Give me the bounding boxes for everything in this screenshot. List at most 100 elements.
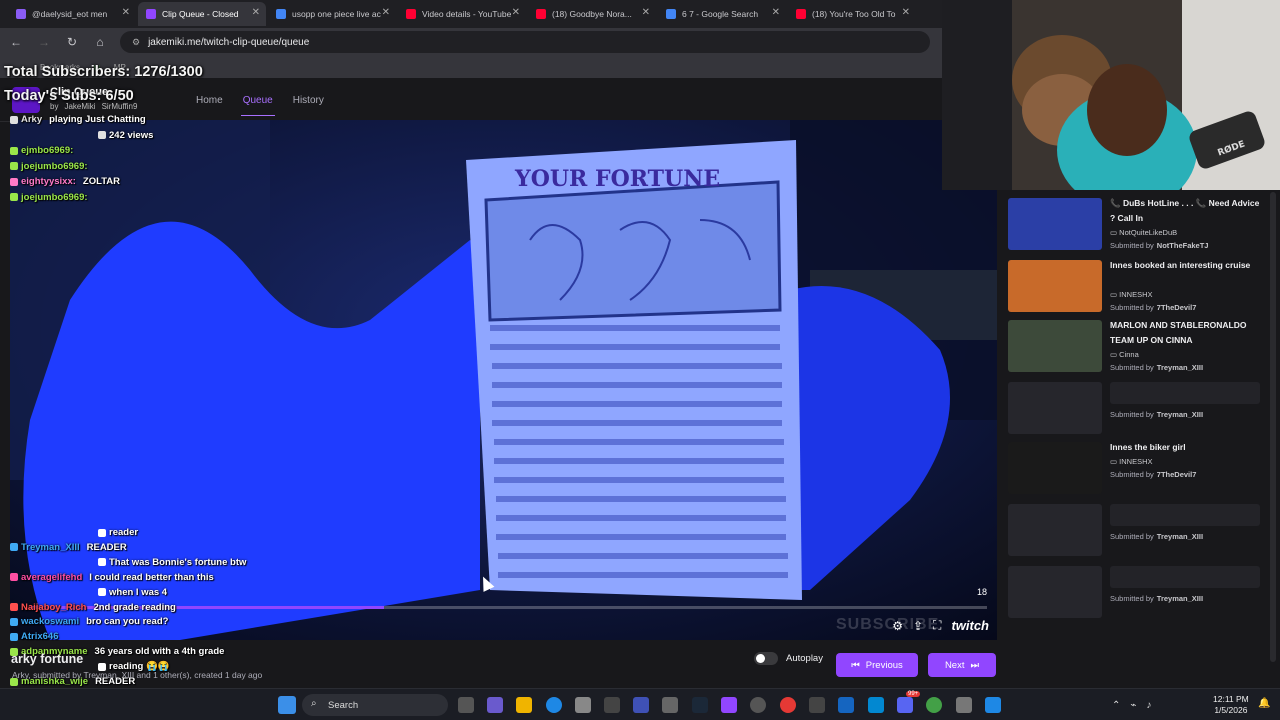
store-icon[interactable]	[575, 697, 591, 713]
main-nav: Home Queue History	[196, 78, 324, 122]
copilot-icon[interactable]	[487, 697, 503, 713]
system-tray: ⌃ ⌁ ♪	[1112, 689, 1151, 720]
app-icon[interactable]	[662, 697, 678, 713]
clip-queue-list: 📞 DuBs HotLine . . . 📞 Need Advice ? Cal…	[1004, 192, 1266, 622]
chat-message: 242 views	[10, 130, 153, 141]
discord-icon[interactable]: 99+	[897, 691, 921, 713]
app-icon[interactable]	[985, 697, 1001, 713]
chat-text: bro can you read?	[86, 616, 169, 628]
queue-item[interactable]: MARLON AND STABLERONALDO TEAM UP ON CINN…	[1004, 314, 1266, 372]
chat-username: joejumbo6969:	[21, 191, 88, 203]
site-info-icon[interactable]: ⚙	[132, 37, 140, 48]
queue-item[interactable]: Innes the biker girl ▭ INNESHX Submitted b…	[1004, 436, 1266, 494]
queue-item-channel: ▭ INNESHX	[1110, 457, 1153, 466]
close-tab-icon[interactable]: ✕	[902, 7, 910, 18]
close-tab-icon[interactable]: ✕	[642, 7, 650, 18]
queue-item-submitter: Submitted by 7TheDevil7	[1110, 470, 1196, 479]
reload-icon[interactable]: ↻	[64, 35, 80, 49]
queue-item-channel: ▭ NotQuiteLikeDuB	[1110, 228, 1177, 237]
autoplay-control[interactable]: Autoplay	[754, 652, 823, 665]
nav-home[interactable]: Home	[196, 78, 223, 122]
previous-button[interactable]: ⏮ Previous	[836, 653, 918, 677]
url-text: jakemiki.me/twitch-clip-queue/queue	[148, 36, 310, 48]
steam-icon[interactable]	[692, 697, 708, 713]
chat-username: Naijaboy_Rich	[21, 601, 87, 613]
browser-tab[interactable]: Clip Queue - Closed ✕	[138, 2, 266, 26]
autoplay-toggle[interactable]	[754, 652, 778, 665]
queue-item[interactable]: 📞 DuBs HotLine . . . 📞 Need Advice ? Cal…	[1004, 192, 1266, 250]
chat-text: 2nd grade reading	[93, 601, 176, 613]
clip-meta: Arky, submitted by Treyman_XIII and 1 ot…	[12, 670, 263, 680]
queue-item-thumbnail[interactable]	[1008, 442, 1102, 494]
forward-icon[interactable]: →	[36, 35, 52, 49]
notepad-icon[interactable]	[838, 697, 854, 713]
submitted-by-label: Submitted by	[1110, 594, 1154, 603]
queue-item-thumbnail[interactable]	[1008, 260, 1102, 312]
back-icon[interactable]: ←	[8, 35, 24, 49]
browser-tab[interactable]: (18) Goodbye Nora... ✕	[528, 2, 656, 26]
browser-tab[interactable]: 6 7 - Google Search ✕	[658, 2, 786, 26]
app-icon[interactable]	[633, 697, 649, 713]
queue-item[interactable]: Innes booked an interesting cruise ▭ INNE…	[1004, 254, 1266, 312]
channel-name: NotQuiteLikeDuB	[1119, 228, 1178, 237]
chrome-icon[interactable]	[780, 697, 796, 713]
chevron-up-icon[interactable]: ⌃	[1112, 700, 1120, 711]
queue-item-thumbnail[interactable]	[1008, 320, 1102, 372]
notification-bell-icon[interactable]: 🔔	[1258, 698, 1270, 709]
next-button[interactable]: Next ⏭	[928, 653, 996, 677]
chat-message: eightyysixx: ZOLTAR	[10, 176, 120, 187]
volume-icon[interactable]: ♪	[1146, 700, 1151, 711]
queue-item[interactable]: Submitted by Treyman_XIII	[1004, 376, 1266, 434]
network-icon[interactable]: ⌁	[1130, 700, 1136, 711]
nav-queue[interactable]: Queue	[240, 78, 275, 122]
queue-item-thumbnail[interactable]	[1008, 566, 1102, 618]
system-clock[interactable]: 12:11 PM 1/5/2026	[1213, 694, 1249, 716]
close-tab-icon[interactable]: ✕	[772, 7, 780, 18]
tab-favicon-icon	[796, 9, 806, 19]
photos-icon[interactable]	[868, 697, 884, 713]
queue-item-thumbnail[interactable]	[1008, 504, 1102, 556]
browser-tab[interactable]: Video details - YouTube ✕	[398, 2, 526, 26]
queue-item[interactable]: Submitted by Treyman_XIII	[1004, 560, 1266, 618]
chrome-icon[interactable]	[926, 697, 942, 713]
settings-icon[interactable]: ⚙	[892, 619, 903, 633]
chat-badge-icon	[98, 528, 106, 537]
tab-label: (18) You're Too Old To	[812, 9, 896, 19]
taskbar-search[interactable]: ⌕ Search	[302, 694, 448, 716]
browser-toolbar: ← → ↻ ⌂ ⚙ jakemiki.me/twitch-clip-queue/…	[0, 28, 942, 56]
share-icon[interactable]: ⇪	[913, 619, 923, 633]
queue-item-submitter: Submitted by 7TheDevil7	[1110, 303, 1196, 312]
close-tab-icon[interactable]: ✕	[512, 7, 520, 18]
queue-item-channel: ▭ Cinna	[1110, 350, 1139, 359]
app-icon[interactable]	[604, 697, 620, 713]
address-bar[interactable]: ⚙ jakemiki.me/twitch-clip-queue/queue	[120, 31, 930, 53]
file-explorer-icon[interactable]	[516, 697, 532, 713]
previous-icon: ⏮	[851, 659, 860, 671]
queue-item-title: MARLON AND STABLERONALDO TEAM UP ON CINN…	[1110, 320, 1247, 345]
browser-tab[interactable]: usopp one piece live ac ✕	[268, 2, 396, 26]
task-view-icon[interactable]	[458, 697, 474, 713]
close-tab-icon[interactable]: ✕	[252, 7, 260, 18]
twitch-logo[interactable]: twitch	[951, 618, 989, 633]
queue-item[interactable]: Submitted by Treyman_XIII	[1004, 498, 1266, 556]
browser-tab[interactable]: @daelysid_eot men ✕	[8, 2, 136, 26]
close-tab-icon[interactable]: ✕	[122, 7, 130, 18]
settings-icon[interactable]	[956, 697, 972, 713]
browser-tab[interactable]: (18) You're Too Old To ✕	[788, 2, 916, 26]
edge-icon[interactable]	[546, 697, 562, 713]
home-icon[interactable]: ⌂	[92, 35, 108, 49]
close-tab-icon[interactable]: ✕	[382, 7, 390, 18]
queue-scrollbar[interactable]	[1270, 192, 1276, 662]
fullscreen-icon[interactable]: ⛶	[933, 618, 941, 633]
app-icon[interactable]	[809, 697, 825, 713]
tab-label: (18) Goodbye Nora...	[552, 9, 632, 19]
queue-item-thumbnail[interactable]	[1008, 198, 1102, 250]
twitch-icon[interactable]	[721, 697, 737, 713]
nav-history[interactable]: History	[293, 78, 324, 122]
windows-start-icon[interactable]	[278, 696, 296, 714]
tab-favicon-icon	[406, 9, 416, 19]
clock-date: 1/5/2026	[1214, 705, 1248, 715]
chat-badge-icon	[10, 573, 18, 582]
queue-item-thumbnail[interactable]	[1008, 382, 1102, 434]
app-icon[interactable]	[750, 697, 766, 713]
